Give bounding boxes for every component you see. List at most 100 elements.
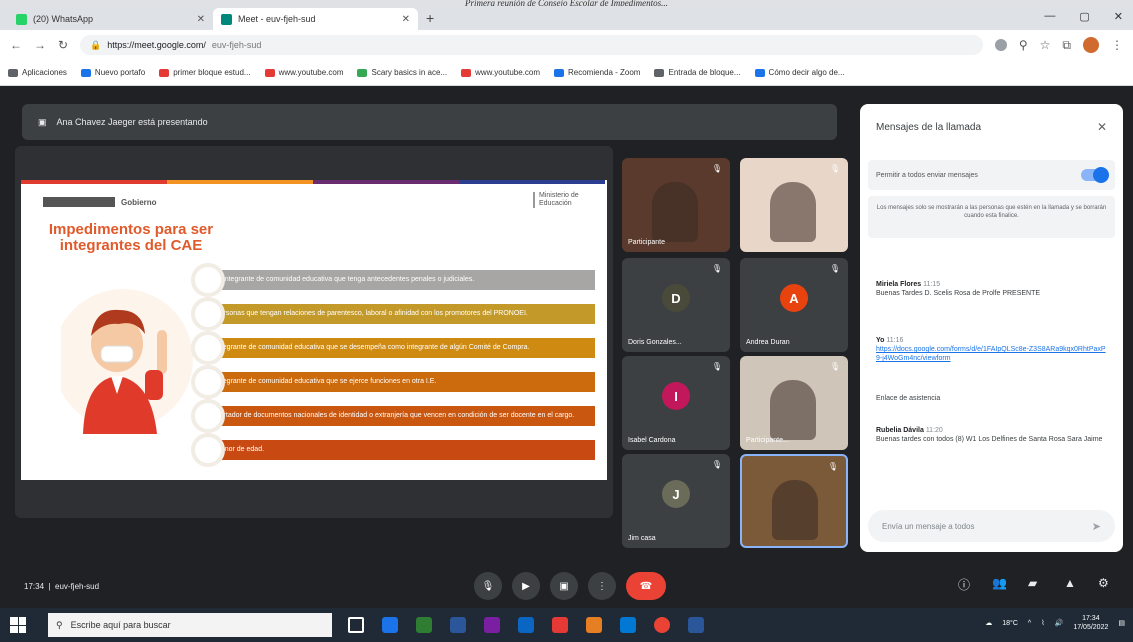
present-icon: ▣ <box>38 116 47 127</box>
mail-icon[interactable] <box>416 617 432 633</box>
bookmark-label: Recomienda - Zoom <box>568 68 641 77</box>
close-tab-icon[interactable]: ✕ <box>402 14 410 25</box>
network-icon[interactable]: ⌇ <box>1041 619 1044 627</box>
clock[interactable]: 17:34 17/05/2022 <box>1073 614 1108 632</box>
slide-stripe <box>459 180 605 184</box>
bookmark-favicon-icon <box>8 68 18 77</box>
edge-icon[interactable] <box>620 617 636 633</box>
participant-tile[interactable]: 🎙 <box>740 454 848 548</box>
word-icon[interactable] <box>688 617 704 633</box>
info-icon[interactable]: ⓘ <box>958 576 970 593</box>
file-explorer-icon[interactable] <box>382 617 398 633</box>
windows-start-icon[interactable] <box>10 617 26 633</box>
participant-tile[interactable]: J 🎙 Jim casa <box>622 454 730 548</box>
weather-icon[interactable]: ☁ <box>985 619 992 627</box>
participant-tile[interactable]: 🎙 <box>740 158 848 252</box>
tab-meet[interactable]: Meet - euv-fjeh-sud ✕ <box>213 8 418 30</box>
reload-icon[interactable]: ↻ <box>58 38 68 52</box>
forward-icon[interactable]: → <box>34 38 46 52</box>
back-icon[interactable]: ← <box>10 38 22 52</box>
tab-strip: (20) WhatsApp ✕ Meet - euv-fjeh-sud ✕ + … <box>0 6 1133 30</box>
chat-icon[interactable]: ▰ <box>1028 576 1037 590</box>
zoom-icon[interactable]: ⚲ <box>1019 38 1028 52</box>
bookmark-item[interactable]: Nuevo portafo <box>80 68 145 77</box>
participant-video <box>652 182 698 242</box>
bookmark-label: Entrada de bloque... <box>668 68 741 77</box>
close-tab-icon[interactable]: ✕ <box>197 14 205 25</box>
activities-icon[interactable]: ▲ <box>1064 576 1076 590</box>
bookmark-item[interactable]: www.youtube.com <box>461 68 540 77</box>
chrome-icon[interactable] <box>654 617 670 633</box>
close-window-button[interactable]: ✕ <box>1114 10 1123 23</box>
bookmark-star-icon[interactable]: ☆ <box>1040 38 1051 52</box>
participant-name: Participante <box>628 239 665 246</box>
teams-icon[interactable] <box>484 617 500 633</box>
bullet-circle <box>191 433 225 467</box>
send-icon[interactable]: ➤ <box>1092 520 1101 533</box>
participant-tile[interactable]: I 🎙 Isabel Cardona <box>622 356 730 450</box>
host-controls-icon[interactable]: ⚙ <box>1098 576 1109 590</box>
camera-button[interactable]: ▶ <box>512 572 540 600</box>
close-icon[interactable]: ✕ <box>1097 120 1107 134</box>
minimize-button[interactable]: — <box>1044 10 1055 23</box>
tab-whatsapp[interactable]: (20) WhatsApp ✕ <box>8 8 213 30</box>
allow-messages-toggle[interactable] <box>1081 167 1109 183</box>
meeting-controls-bar: 17:34 | euv-fjeh-sud 🎙 ▶ ▣ ⋮ ☎ ⓘ 👥 ▰ ▲ ⚙ <box>0 564 1133 608</box>
message-link[interactable]: https://docs.google.com/forms/d/e/1FAIpQ… <box>876 345 1108 363</box>
chat-message: Rubelia Dávila 11:20 Buenas tardes con to… <box>876 426 1108 444</box>
participant-tile[interactable]: D 🎙 Doris Gonzales... <box>622 258 730 352</box>
bullet-circle <box>191 399 225 433</box>
extensions-icon[interactable]: ⧉ <box>1062 38 1071 53</box>
bullet-circle <box>191 365 225 399</box>
bookmark-item[interactable]: Entrada de bloque... <box>654 68 741 77</box>
impediment-item: Menor de edad. <box>207 440 595 460</box>
bookmark-item[interactable]: Scary basics in ace... <box>357 68 447 77</box>
url-bar[interactable]: 🔒 https://meet.google.com/euv-fjeh-sud <box>80 35 983 55</box>
url-path: euv-fjeh-sud <box>211 40 262 50</box>
mic-icon: 🎙 <box>481 580 495 592</box>
present-button[interactable]: ▣ <box>550 572 578 600</box>
volume-icon[interactable]: 🔊 <box>1055 619 1064 627</box>
bookmark-item[interactable]: Aplicaciones <box>8 68 67 77</box>
chat-input-placeholder: Envía un mensaje a todos <box>882 521 975 531</box>
people-icon[interactable]: 👥 <box>992 576 1007 590</box>
taskbar-search[interactable]: ⚲ Escribe aquí para buscar <box>48 613 332 637</box>
app-icon[interactable] <box>586 617 602 633</box>
chat-notice: Los mensajes solo se mostrarán a las per… <box>868 196 1115 238</box>
meet-icon <box>221 13 232 25</box>
toggle-label: Permitir a todos enviar mensajes <box>876 171 978 179</box>
chat-panel: Mensajes de la llamada ✕ Permitir a todo… <box>860 104 1123 552</box>
participant-name: Andrea Duran <box>746 339 790 346</box>
app-icon[interactable] <box>518 617 534 633</box>
camera-icon: ▶ <box>522 580 530 592</box>
menu-dots-icon[interactable]: ⋮ <box>1111 38 1123 52</box>
bullet-circle <box>191 331 225 365</box>
message-time: 11:16 <box>886 337 904 344</box>
participant-tile[interactable]: A 🎙 Andrea Duran <box>740 258 848 352</box>
store-icon[interactable] <box>450 617 466 633</box>
slide-title: Impedimentos para ser integrantes del CA… <box>48 221 214 254</box>
impediment-item: Portador de documentos nacionales de ide… <box>207 406 595 426</box>
bookmark-item[interactable]: www.youtube.com <box>264 68 343 77</box>
maximize-button[interactable]: ▢ <box>1079 10 1089 23</box>
chevron-up-icon[interactable]: ^ <box>1028 620 1031 627</box>
participant-tile[interactable]: 🎙 Participante... <box>740 356 848 450</box>
task-view-icon[interactable] <box>348 617 364 633</box>
bookmark-item[interactable]: Cómo decir algo de... <box>754 68 845 77</box>
mic-button[interactable]: 🎙 <box>474 572 502 600</box>
mic-muted-icon: 🎙 <box>827 462 838 471</box>
new-tab-button[interactable]: + <box>426 10 434 26</box>
end-call-button[interactable]: ☎ <box>626 572 666 600</box>
bookmark-item[interactable]: Recomienda - Zoom <box>554 68 640 77</box>
bookmark-item[interactable]: primer bloque estud... <box>159 68 251 77</box>
more-options-button[interactable]: ⋮ <box>588 572 616 600</box>
opera-icon[interactable] <box>552 617 568 633</box>
message-text: Buenas tardes con todos (8) W1 Los Delfi… <box>876 436 1103 443</box>
meeting-info: 17:34 | euv-fjeh-sud <box>24 581 100 591</box>
mic-muted-icon: 🎙 <box>711 362 722 371</box>
notifications-icon[interactable]: ▤ <box>1118 619 1125 627</box>
participant-tile[interactable]: 🎙 Participante <box>622 158 730 252</box>
profile-avatar[interactable] <box>1083 37 1099 53</box>
chat-input[interactable]: Envía un mensaje a todos ➤ <box>868 510 1115 542</box>
camera-indicator-icon[interactable] <box>994 39 1007 51</box>
